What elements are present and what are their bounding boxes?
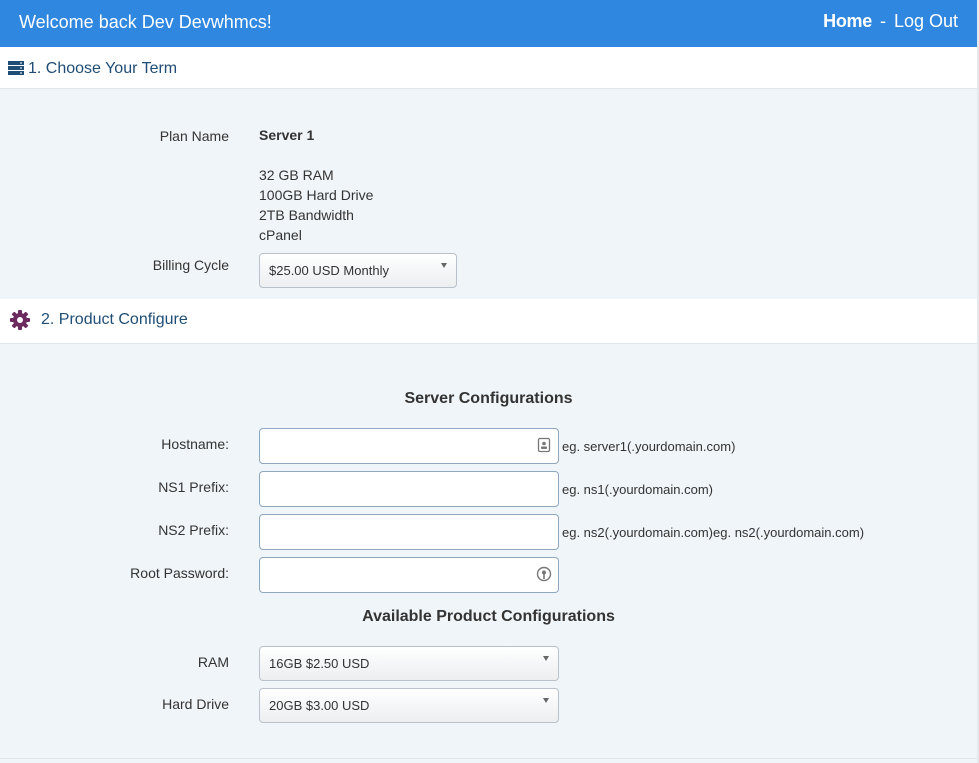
hostname-input[interactable] xyxy=(259,428,559,464)
bottom-divider xyxy=(0,758,977,759)
ram-select[interactable]: 16GB $2.50 USD xyxy=(259,646,559,681)
home-link[interactable]: Home xyxy=(823,11,872,31)
feature-hard-drive: 100GB Hard Drive xyxy=(259,187,374,203)
contact-card-icon[interactable] xyxy=(537,437,551,453)
chevron-down-icon xyxy=(543,656,549,661)
billing-cycle-label: Billing Cycle xyxy=(152,257,229,273)
chevron-down-icon xyxy=(543,698,549,703)
ram-selected: 16GB $2.50 USD xyxy=(269,656,370,671)
section-product-configure-header[interactable]: 2. Product Configure xyxy=(0,299,977,344)
billing-cycle-select[interactable]: $25.00 USD Monthly xyxy=(259,253,457,288)
chevron-down-icon xyxy=(441,263,447,268)
root-password-label: Root Password: xyxy=(130,565,229,581)
section-choose-term-header[interactable]: 1. Choose Your Term xyxy=(0,47,977,89)
ram-label: RAM xyxy=(197,654,229,670)
feature-bandwidth: 2TB Bandwidth xyxy=(259,207,354,223)
section-choose-term-title: 1. Choose Your Term xyxy=(28,60,178,77)
key-icon[interactable] xyxy=(536,566,552,583)
available-configurations-heading: Available Product Configurations xyxy=(362,608,615,625)
section-product-configure-title: 2. Product Configure xyxy=(41,311,188,328)
ns1-prefix-input[interactable] xyxy=(259,471,559,507)
hard-drive-selected: 20GB $3.00 USD xyxy=(269,698,370,713)
ns2-prefix-input[interactable] xyxy=(259,514,559,550)
top-bar: Welcome back Dev Devwhmcs! Home - Log Out xyxy=(0,0,977,47)
logout-link[interactable]: Log Out xyxy=(894,11,958,31)
feature-ram: 32 GB RAM xyxy=(259,167,334,183)
ns1-prefix-label: NS1 Prefix: xyxy=(158,479,229,495)
ns2-prefix-hint: eg. ns2(.yourdomain.com)eg. ns2(.yourdom… xyxy=(562,525,865,540)
feature-cpanel: cPanel xyxy=(259,227,302,243)
hard-drive-label: Hard Drive xyxy=(162,696,229,712)
hostname-label: Hostname: xyxy=(161,436,229,452)
welcome-message: Welcome back Dev Devwhmcs! xyxy=(19,12,272,32)
hard-drive-select[interactable]: 20GB $3.00 USD xyxy=(259,688,559,723)
hostname-hint: eg. server1(.yourdomain.com) xyxy=(562,439,736,454)
gear-icon xyxy=(10,310,30,330)
plan-name-label: Plan Name xyxy=(159,128,229,144)
ns1-prefix-hint: eg. ns1(.yourdomain.com) xyxy=(562,482,714,497)
root-password-input[interactable] xyxy=(259,557,559,593)
server-configurations-heading: Server Configurations xyxy=(404,390,573,407)
billing-cycle-selected: $25.00 USD Monthly xyxy=(269,263,389,278)
plan-name-value: Server 1 xyxy=(259,127,315,143)
server-icon xyxy=(8,61,24,75)
top-nav: Home - Log Out xyxy=(823,11,958,32)
ns2-prefix-label: NS2 Prefix: xyxy=(158,522,229,538)
nav-separator: - xyxy=(879,11,886,31)
